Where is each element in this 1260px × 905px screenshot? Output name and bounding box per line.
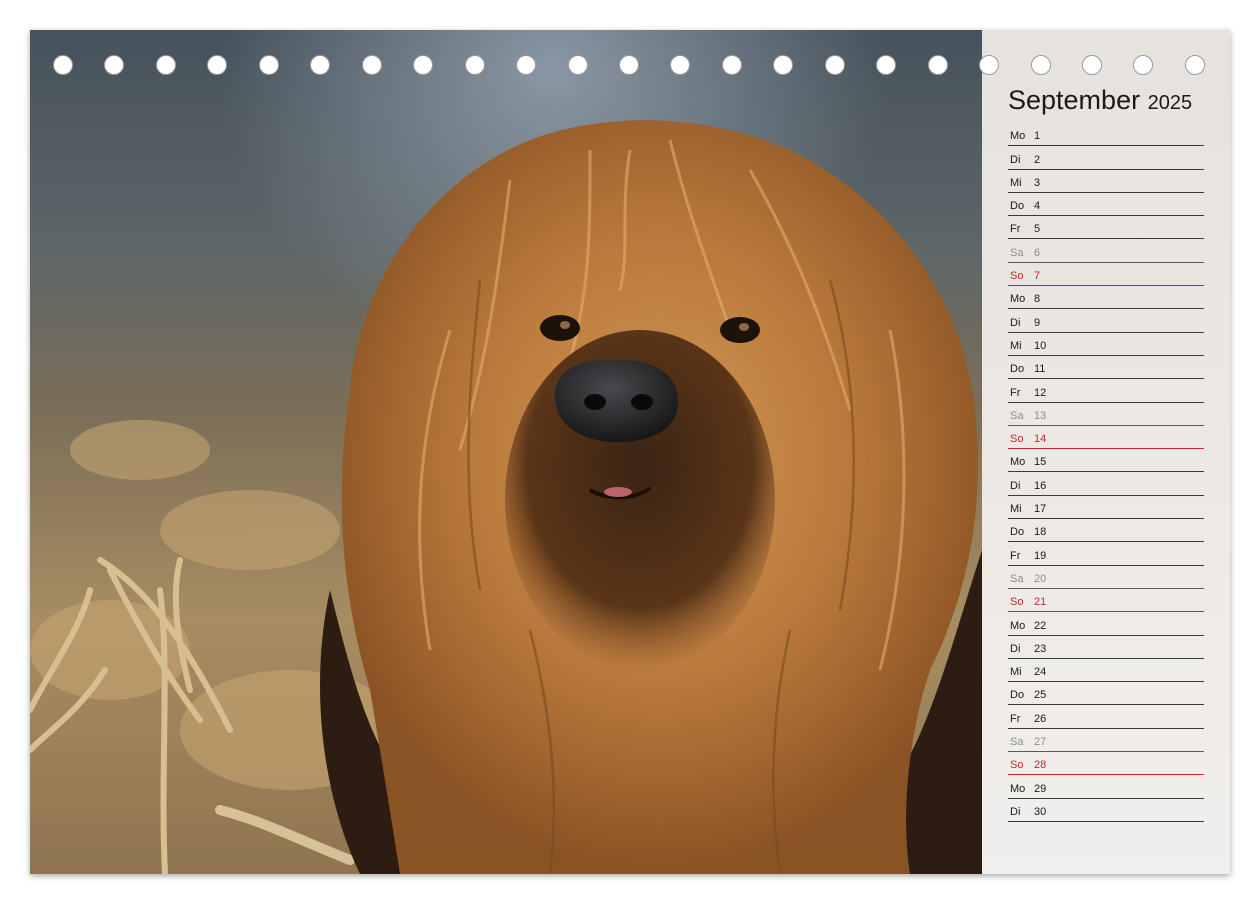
day-row: Mo 15 (1008, 449, 1204, 473)
weekday-label: Di (1010, 642, 1021, 655)
day-number: 12 (1034, 386, 1047, 399)
day-list: Mo 1 Di 2 Mi 3 Do 4 Fr 5 Sa 6 So 7 Mo 8 Di 9 Mi 10 Do 11 Fr 12 S… (1008, 123, 1204, 822)
day-number: 8 (1034, 293, 1041, 306)
weekday-label: Di (1010, 153, 1021, 166)
day-number: 19 (1034, 549, 1047, 562)
day-row: Fr 26 (1008, 705, 1204, 729)
day-row: Do 4 (1008, 193, 1204, 217)
weekday-label: Di (1010, 479, 1021, 492)
weekday-label: Mo (1010, 130, 1026, 143)
day-number: 28 (1034, 759, 1047, 772)
day-number: 5 (1034, 223, 1041, 236)
day-number: 14 (1034, 433, 1047, 446)
day-number: 16 (1034, 479, 1047, 492)
day-row: So 28 (1008, 752, 1204, 776)
weekday-label: Mi (1010, 339, 1022, 352)
day-number: 2 (1034, 153, 1041, 166)
weekday-label: Sa (1010, 246, 1024, 259)
day-row: Mo 22 (1008, 612, 1204, 636)
day-row: Mo 8 (1008, 286, 1204, 310)
dog-photo (30, 30, 982, 874)
day-number: 13 (1034, 409, 1047, 422)
weekday-label: Mo (1010, 619, 1026, 632)
day-number: 29 (1034, 782, 1047, 795)
weekday-label: So (1010, 270, 1024, 283)
day-row: Mi 3 (1008, 170, 1204, 193)
month-title: September 2025 (1008, 85, 1192, 116)
weekday-label: Mi (1010, 503, 1022, 516)
month-name: September (1008, 85, 1141, 115)
day-number: 9 (1034, 316, 1041, 329)
day-row: Di 2 (1008, 146, 1204, 170)
day-row: Mi 17 (1008, 496, 1204, 520)
weekday-label: Di (1010, 316, 1021, 329)
day-row: Di 16 (1008, 472, 1204, 496)
day-number: 10 (1034, 339, 1047, 352)
day-row: Sa 20 (1008, 566, 1204, 589)
weekday-label: Di (1010, 805, 1021, 818)
weekday-label: Sa (1010, 736, 1024, 749)
weekday-label: Fr (1010, 223, 1021, 236)
day-row: Fr 12 (1008, 379, 1204, 403)
day-row: So 7 (1008, 263, 1204, 287)
day-number: 24 (1034, 666, 1047, 679)
weekday-label: So (1010, 759, 1024, 772)
day-number: 17 (1034, 503, 1047, 516)
day-row: Sa 13 (1008, 403, 1204, 426)
calendar-page: September 2025 Mo 1 Di 2 Mi 3 Do 4 Fr 5 Sa 6 So 7 Mo 8 D… (30, 30, 1230, 874)
weekday-label: Do (1010, 526, 1025, 539)
weekday-label: Sa (1010, 572, 1024, 585)
day-number: 30 (1034, 805, 1047, 818)
day-number: 4 (1034, 200, 1041, 213)
day-row: Do 25 (1008, 682, 1204, 706)
weekday-label: Do (1010, 689, 1025, 702)
weekday-label: Fr (1010, 386, 1021, 399)
day-row: Di 30 (1008, 799, 1204, 822)
year-label: 2025 (1147, 92, 1193, 114)
day-row: Mi 10 (1008, 333, 1204, 356)
day-row: Mo 29 (1008, 775, 1204, 799)
weekday-label: Mi (1010, 666, 1022, 679)
day-row: Do 11 (1008, 356, 1204, 380)
day-number: 22 (1034, 619, 1047, 632)
day-row: Di 23 (1008, 636, 1204, 659)
day-row: Mo 1 (1008, 123, 1204, 147)
weekday-label: Do (1010, 363, 1025, 376)
day-number: 25 (1034, 689, 1047, 702)
day-number: 1 (1034, 130, 1041, 143)
day-row: Sa 27 (1008, 729, 1204, 753)
day-number: 7 (1034, 270, 1041, 283)
weekday-label: Mo (1010, 782, 1026, 795)
day-row: So 21 (1008, 589, 1204, 613)
day-number: 15 (1034, 456, 1047, 469)
day-number: 18 (1034, 526, 1047, 539)
day-number: 11 (1034, 363, 1046, 376)
day-number: 6 (1034, 246, 1041, 259)
day-row: So 14 (1008, 426, 1204, 450)
weekday-label: Do (1010, 200, 1025, 213)
weekday-label: Fr (1010, 712, 1021, 725)
weekday-label: Fr (1010, 549, 1021, 562)
weekday-label: Mo (1010, 456, 1026, 469)
day-row: Sa 6 (1008, 239, 1204, 263)
dog-illustration (30, 30, 982, 874)
day-number: 26 (1034, 712, 1047, 725)
weekday-label: Mi (1010, 176, 1022, 189)
calendar-panel: September 2025 Mo 1 Di 2 Mi 3 Do 4 Fr 5 Sa 6 So 7 Mo 8 D… (982, 30, 1230, 874)
weekday-label: So (1010, 596, 1024, 609)
day-row: Do 18 (1008, 519, 1204, 543)
day-number: 23 (1034, 642, 1047, 655)
day-number: 27 (1034, 736, 1047, 749)
day-number: 20 (1034, 572, 1047, 585)
day-row: Di 9 (1008, 309, 1204, 333)
weekday-label: Sa (1010, 409, 1024, 422)
weekday-label: So (1010, 433, 1024, 446)
weekday-label: Mo (1010, 293, 1026, 306)
day-row: Fr 19 (1008, 542, 1204, 566)
day-row: Mi 24 (1008, 659, 1204, 683)
day-row: Fr 5 (1008, 216, 1204, 240)
day-number: 21 (1034, 596, 1047, 609)
day-number: 3 (1034, 176, 1041, 189)
